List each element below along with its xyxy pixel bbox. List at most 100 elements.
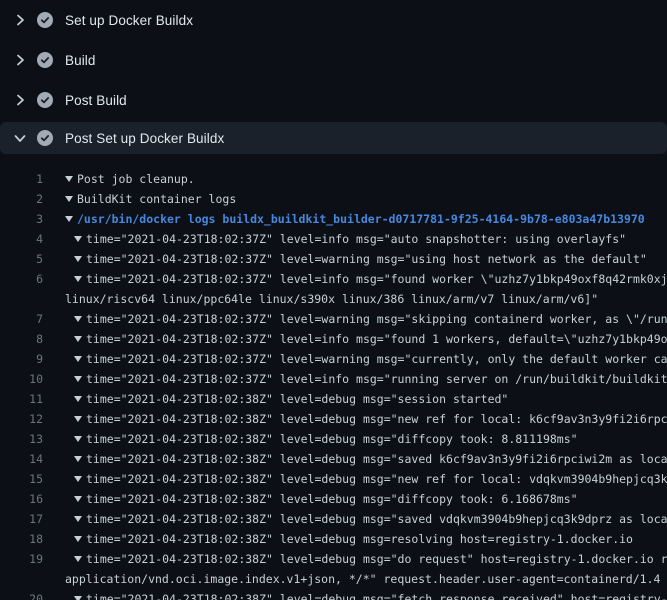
group-toggle-icon[interactable] xyxy=(74,536,82,542)
check-circle-icon xyxy=(37,12,53,28)
log-text: time="2021-04-23T18:02:38Z" level=debug … xyxy=(86,412,667,426)
log-text: BuildKit container logs xyxy=(77,192,236,206)
log-line-number[interactable]: 12 xyxy=(0,409,43,429)
log-line: 12 time="2021-04-23T18:02:38Z" level=deb… xyxy=(0,409,667,429)
group-toggle-icon[interactable] xyxy=(65,216,73,222)
log-text: /usr/bin/docker logs buildx_buildkit_bui… xyxy=(77,212,645,226)
log-text: time="2021-04-23T18:02:37Z" level=warnin… xyxy=(86,252,647,266)
steps-list: Set up Docker Buildx Build xyxy=(0,0,667,154)
group-toggle-icon[interactable] xyxy=(74,276,82,282)
log-line-text: time="2021-04-23T18:02:38Z" level=debug … xyxy=(65,409,667,429)
log-line-number[interactable]: 8 xyxy=(0,329,43,349)
log-area: 1 Post job cleanup. 2 BuildKit container… xyxy=(0,154,667,600)
group-toggle-icon[interactable] xyxy=(74,356,82,362)
log-line-text: time="2021-04-23T18:02:38Z" level=debug … xyxy=(65,449,667,469)
log-line: 2 BuildKit container logs xyxy=(0,189,667,209)
log-text: time="2021-04-23T18:02:38Z" level=debug … xyxy=(86,472,667,486)
log-line: 14 time="2021-04-23T18:02:38Z" level=deb… xyxy=(0,449,667,469)
log-line-text: time="2021-04-23T18:02:37Z" level=warnin… xyxy=(65,309,667,329)
log-line: 13 time="2021-04-23T18:02:38Z" level=deb… xyxy=(0,429,667,449)
log-text: time="2021-04-23T18:02:38Z" level=debug … xyxy=(86,592,667,600)
log-text: time="2021-04-23T18:02:37Z" level=info m… xyxy=(65,272,667,306)
group-toggle-icon[interactable] xyxy=(74,256,82,262)
log-line-text: time="2021-04-23T18:02:38Z" level=debug … xyxy=(65,489,578,509)
log-line-number[interactable]: 2 xyxy=(0,189,43,209)
chevron-down-icon xyxy=(12,130,28,146)
log-line-number[interactable]: 17 xyxy=(0,509,43,529)
step-label: Post Set up Docker Buildx xyxy=(65,131,224,146)
log-line-number[interactable]: 13 xyxy=(0,429,43,449)
log-text: time="2021-04-23T18:02:38Z" level=debug … xyxy=(86,512,667,526)
log-line-number[interactable]: 10 xyxy=(0,369,43,389)
log-text: time="2021-04-23T18:02:37Z" level=info m… xyxy=(86,372,667,386)
log-text: time="2021-04-23T18:02:37Z" level=info m… xyxy=(86,232,626,246)
log-line-text: time="2021-04-23T18:02:37Z" level=info m… xyxy=(65,369,667,389)
check-circle-icon xyxy=(37,92,53,108)
log-line-number[interactable]: 19 xyxy=(0,549,43,569)
log-line-number[interactable]: 6 xyxy=(0,269,43,289)
log-line-number[interactable]: 20 xyxy=(0,589,43,600)
log-line-number[interactable]: 1 xyxy=(0,169,43,189)
group-toggle-icon[interactable] xyxy=(74,496,82,502)
group-toggle-icon[interactable] xyxy=(74,376,82,382)
log-line-text: time="2021-04-23T18:02:38Z" level=debug … xyxy=(65,469,667,489)
log-text: Post job cleanup. xyxy=(77,172,195,186)
log-line-number[interactable]: 7 xyxy=(0,309,43,329)
log-line: 10 time="2021-04-23T18:02:37Z" level=inf… xyxy=(0,369,667,389)
log-line-text[interactable]: BuildKit container logs xyxy=(65,189,236,209)
log-line-text: time="2021-04-23T18:02:38Z" level=debug … xyxy=(65,589,667,600)
log-line: 11 time="2021-04-23T18:02:38Z" level=deb… xyxy=(0,389,667,409)
group-toggle-icon[interactable] xyxy=(74,436,82,442)
group-toggle-icon[interactable] xyxy=(74,236,82,242)
log-line-number[interactable]: 5 xyxy=(0,249,43,269)
log-line-number[interactable]: 14 xyxy=(0,449,43,469)
step-row-set-up-docker-buildx[interactable]: Set up Docker Buildx xyxy=(0,0,667,40)
step-row-post-set-up-docker-buildx[interactable]: Post Set up Docker Buildx xyxy=(0,122,667,154)
log-line-text: time="2021-04-23T18:02:38Z" level=debug … xyxy=(65,549,667,589)
actions-log-viewer: Set up Docker Buildx Build xyxy=(0,0,667,600)
log-line: 19 time="2021-04-23T18:02:38Z" level=deb… xyxy=(0,549,667,589)
group-toggle-icon[interactable] xyxy=(74,456,82,462)
log-line-number[interactable]: 3 xyxy=(0,209,43,229)
log-line: 17 time="2021-04-23T18:02:38Z" level=deb… xyxy=(0,509,667,529)
group-toggle-icon[interactable] xyxy=(74,516,82,522)
group-toggle-icon[interactable] xyxy=(74,316,82,322)
log-line: 6 time="2021-04-23T18:02:37Z" level=info… xyxy=(0,269,667,309)
log-line: 18 time="2021-04-23T18:02:38Z" level=deb… xyxy=(0,529,667,549)
group-toggle-icon[interactable] xyxy=(74,596,82,600)
log-text: time="2021-04-23T18:02:38Z" level=debug … xyxy=(86,532,633,546)
log-line-text: time="2021-04-23T18:02:38Z" level=debug … xyxy=(65,529,633,549)
log-line: 3 /usr/bin/docker logs buildx_buildkit_b… xyxy=(0,209,667,229)
log-line-text: time="2021-04-23T18:02:37Z" level=info m… xyxy=(65,229,626,249)
log-line-number[interactable]: 16 xyxy=(0,489,43,509)
group-toggle-icon[interactable] xyxy=(74,416,82,422)
log-line-text: time="2021-04-23T18:02:38Z" level=debug … xyxy=(65,509,667,529)
log-line-number[interactable]: 15 xyxy=(0,469,43,489)
log-text: time="2021-04-23T18:02:38Z" level=debug … xyxy=(65,552,667,586)
group-toggle-icon[interactable] xyxy=(65,196,73,202)
log-line: 15 time="2021-04-23T18:02:38Z" level=deb… xyxy=(0,469,667,489)
log-line: 5 time="2021-04-23T18:02:37Z" level=warn… xyxy=(0,249,667,269)
check-circle-icon xyxy=(37,130,53,146)
log-line: 16 time="2021-04-23T18:02:38Z" level=deb… xyxy=(0,489,667,509)
log-line-number[interactable]: 11 xyxy=(0,389,43,409)
group-toggle-icon[interactable] xyxy=(74,556,82,562)
log-line-number[interactable]: 4 xyxy=(0,229,43,249)
group-toggle-icon[interactable] xyxy=(74,396,82,402)
log-line-text: time="2021-04-23T18:02:38Z" level=debug … xyxy=(65,389,508,409)
log-line-number[interactable]: 18 xyxy=(0,529,43,549)
log-line: 20 time="2021-04-23T18:02:38Z" level=deb… xyxy=(0,589,667,600)
step-label: Set up Docker Buildx xyxy=(65,13,193,28)
group-toggle-icon[interactable] xyxy=(65,176,73,182)
chevron-right-icon xyxy=(12,92,28,108)
group-toggle-icon[interactable] xyxy=(74,336,82,342)
log-line-number[interactable]: 9 xyxy=(0,349,43,369)
log-line-text: /usr/bin/docker logs buildx_buildkit_bui… xyxy=(65,209,645,229)
step-label: Post Build xyxy=(65,93,127,108)
step-row-build[interactable]: Build xyxy=(0,40,667,80)
chevron-right-icon xyxy=(12,52,28,68)
log-text: time="2021-04-23T18:02:37Z" level=warnin… xyxy=(86,312,667,326)
group-toggle-icon[interactable] xyxy=(74,476,82,482)
log-line-text: time="2021-04-23T18:02:37Z" level=info m… xyxy=(65,329,667,349)
step-row-post-build[interactable]: Post Build xyxy=(0,80,667,120)
